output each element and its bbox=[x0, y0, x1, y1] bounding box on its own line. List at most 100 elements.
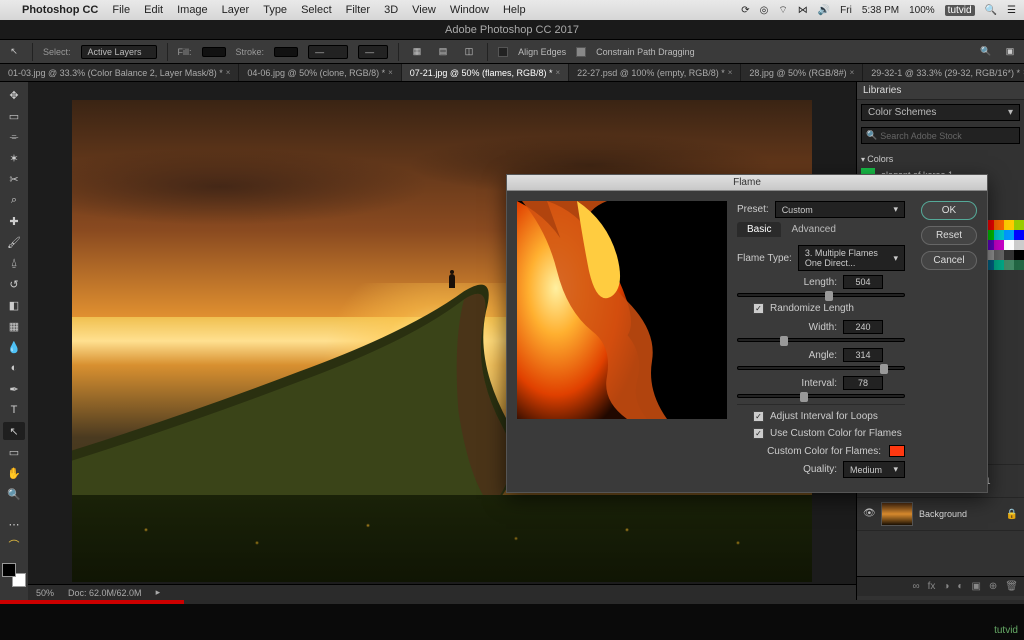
bt-icon[interactable]: ⋈ bbox=[798, 5, 808, 16]
lock-icon[interactable]: 🔒 bbox=[1006, 509, 1018, 520]
menu-select[interactable]: Select bbox=[301, 4, 332, 16]
constrain-check[interactable] bbox=[576, 47, 586, 57]
doc-tab[interactable]: 28.jpg @ 50% (RGB/8#)× bbox=[741, 64, 863, 81]
align-icon[interactable]: ▦ bbox=[409, 44, 425, 60]
doc-tab[interactable]: 22-27.psd @ 100% (empty, RGB/8) *× bbox=[569, 64, 741, 81]
adjustment-icon[interactable]: ◐ bbox=[957, 581, 963, 592]
workspace-icon[interactable]: ▣ bbox=[1002, 44, 1018, 60]
eyedropper-tool[interactable]: ⌕ bbox=[3, 191, 25, 209]
fx-icon[interactable]: fx bbox=[928, 581, 936, 592]
pathops-icon[interactable]: ◫ bbox=[461, 44, 477, 60]
lasso-tool[interactable]: ⌯ bbox=[3, 128, 25, 146]
cancel-button[interactable]: Cancel bbox=[921, 251, 977, 270]
custom-color-check[interactable]: ✓ bbox=[753, 428, 764, 439]
pen-tool[interactable]: ✒ bbox=[3, 380, 25, 398]
search-ps-icon[interactable]: 🔍 bbox=[978, 44, 994, 60]
app-name[interactable]: Photoshop CC bbox=[22, 4, 98, 16]
menu-help[interactable]: Help bbox=[503, 4, 526, 16]
layer-row[interactable]: 👁 Background 🔒 bbox=[857, 498, 1024, 531]
angle-value[interactable]: 314 bbox=[843, 348, 883, 362]
length-slider[interactable] bbox=[737, 293, 905, 297]
search-icon[interactable]: 🔍 bbox=[985, 5, 997, 16]
randomize-check[interactable]: ✓ bbox=[753, 303, 764, 314]
group-icon[interactable]: ▣ bbox=[971, 581, 980, 592]
reset-button[interactable]: Reset bbox=[921, 226, 977, 245]
angle-slider[interactable] bbox=[737, 366, 905, 370]
tab-basic[interactable]: Basic bbox=[737, 222, 781, 237]
menu-3d[interactable]: 3D bbox=[384, 4, 398, 16]
stroke-style[interactable]: — bbox=[358, 45, 388, 59]
zoom-level[interactable]: 50% bbox=[36, 588, 54, 598]
trash-icon[interactable]: 🗑 bbox=[1005, 581, 1018, 592]
quality-dropdown[interactable]: Medium▾ bbox=[843, 461, 905, 478]
stamp-tool[interactable]: ⍙ bbox=[3, 254, 25, 272]
visibility-icon[interactable]: 👁 bbox=[863, 508, 875, 520]
path-select-tool[interactable]: ↖ bbox=[3, 422, 25, 440]
preset-dropdown[interactable]: Custom▾ bbox=[775, 201, 905, 218]
shape-tool[interactable]: ▭ bbox=[3, 443, 25, 461]
menu-icon[interactable]: ☰ bbox=[1007, 5, 1016, 16]
close-icon[interactable]: × bbox=[388, 68, 393, 77]
crop-tool[interactable]: ✂ bbox=[3, 170, 25, 188]
battery[interactable]: 100% bbox=[909, 5, 935, 16]
close-icon[interactable]: × bbox=[226, 68, 231, 77]
width-value[interactable]: 240 bbox=[843, 320, 883, 334]
menu-layer[interactable]: Layer bbox=[222, 4, 250, 16]
notif-icon[interactable]: ◎ bbox=[760, 5, 769, 16]
flametype-dropdown[interactable]: 3. Multiple Flames One Direct...▾ bbox=[798, 245, 905, 271]
layer-thumb[interactable] bbox=[881, 502, 913, 526]
blur-tool[interactable]: 💧 bbox=[3, 338, 25, 356]
doc-tab[interactable]: 01-03.jpg @ 33.3% (Color Balance 2, Laye… bbox=[0, 64, 239, 81]
type-tool[interactable]: T bbox=[3, 401, 25, 419]
libraries-tab[interactable]: Libraries bbox=[857, 82, 1024, 100]
move-tool[interactable]: ✥ bbox=[3, 86, 25, 104]
align-edges-check[interactable] bbox=[498, 47, 508, 57]
fg-bg-swatch[interactable] bbox=[2, 563, 26, 587]
fill-swatch[interactable] bbox=[202, 47, 226, 57]
stroke-swatch[interactable] bbox=[274, 47, 298, 57]
ok-button[interactable]: OK bbox=[921, 201, 977, 220]
close-icon[interactable]: × bbox=[728, 68, 733, 77]
tab-advanced[interactable]: Advanced bbox=[781, 222, 845, 237]
volume-icon[interactable]: 🔊 bbox=[818, 5, 830, 16]
edit-toolbar[interactable]: ⋯ bbox=[3, 515, 25, 533]
wifi-icon[interactable]: ⌔ bbox=[778, 4, 787, 17]
wand-tool[interactable]: ✶ bbox=[3, 149, 25, 167]
user-badge[interactable]: tutvid bbox=[945, 5, 975, 16]
new-layer-icon[interactable]: ⊕ bbox=[989, 581, 997, 592]
sync-icon[interactable]: ⟳ bbox=[741, 5, 749, 16]
menu-filter[interactable]: Filter bbox=[346, 4, 370, 16]
lib-group-header[interactable]: Colors bbox=[861, 152, 1020, 166]
menu-image[interactable]: Image bbox=[177, 4, 208, 16]
menu-file[interactable]: File bbox=[112, 4, 130, 16]
banana-icon[interactable]: ⌒ bbox=[3, 536, 25, 554]
stroke-width[interactable]: — bbox=[308, 45, 348, 59]
doc-tab[interactable]: 04-06.jpg @ 50% (clone, RGB/8) *× bbox=[239, 64, 401, 81]
mask-icon[interactable]: ◑ bbox=[943, 581, 949, 592]
hand-tool[interactable]: ✋ bbox=[3, 464, 25, 482]
chevron-right-icon[interactable]: ▸ bbox=[156, 587, 161, 598]
path-tool-icon[interactable]: ↖ bbox=[6, 44, 22, 60]
marquee-tool[interactable]: ▭ bbox=[3, 107, 25, 125]
width-slider[interactable] bbox=[737, 338, 905, 342]
menu-window[interactable]: Window bbox=[450, 4, 489, 16]
zoom-tool[interactable]: 🔍 bbox=[3, 485, 25, 503]
heal-tool[interactable]: ✚ bbox=[3, 212, 25, 230]
library-selector[interactable]: Color Schemes▾ bbox=[861, 104, 1020, 121]
link-icon[interactable]: ∞ bbox=[912, 581, 919, 592]
close-icon[interactable]: × bbox=[850, 68, 855, 77]
dialog-title[interactable]: Flame bbox=[507, 175, 987, 191]
swatches-panel[interactable] bbox=[984, 220, 1024, 270]
gradient-tool[interactable]: ▦ bbox=[3, 317, 25, 335]
doc-tab[interactable]: 29-32-1 @ 33.3% (29-32, RGB/16*) *× bbox=[863, 64, 1024, 81]
menu-view[interactable]: View bbox=[412, 4, 436, 16]
eraser-tool[interactable]: ◧ bbox=[3, 296, 25, 314]
brush-tool[interactable]: 🖌 bbox=[3, 233, 25, 251]
arrange-icon[interactable]: ▤ bbox=[435, 44, 451, 60]
menu-edit[interactable]: Edit bbox=[144, 4, 163, 16]
interval-value[interactable]: 78 bbox=[843, 376, 883, 390]
doc-size[interactable]: Doc: 62.0M/62.0M bbox=[68, 588, 142, 598]
interval-slider[interactable] bbox=[737, 394, 905, 398]
length-value[interactable]: 504 bbox=[843, 275, 883, 289]
doc-tab[interactable]: 07-21.jpg @ 50% (flames, RGB/8) *× bbox=[402, 64, 569, 81]
